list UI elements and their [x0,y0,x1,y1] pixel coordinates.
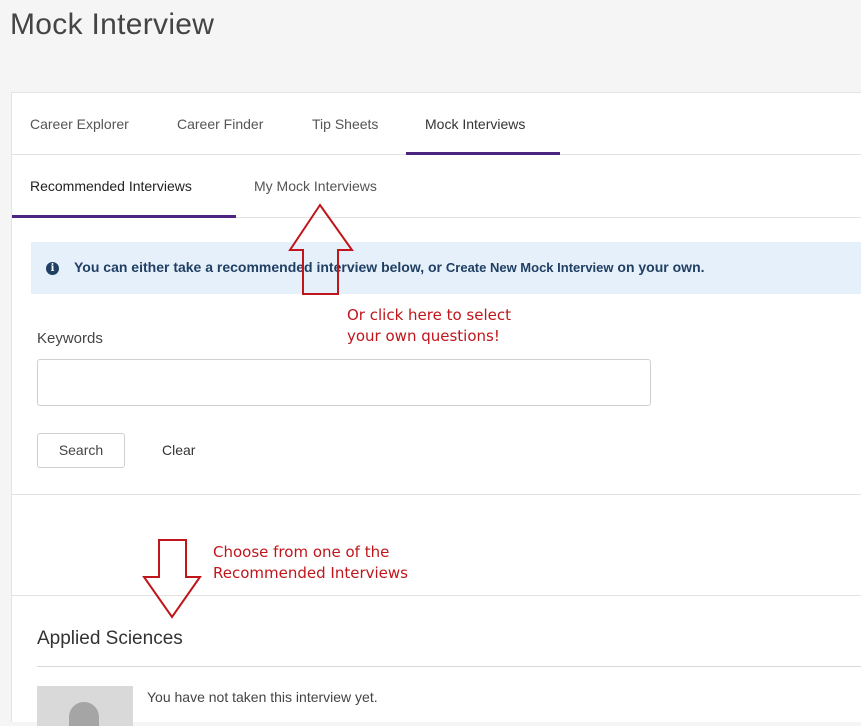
info-text-after: on your own. [613,259,705,275]
keywords-label: Keywords [37,330,103,347]
sub-tab-bar: Recommended Interviews My Mock Interview… [12,155,861,218]
interview-thumbnail[interactable] [37,686,133,726]
info-message: You can either take a recommended interv… [74,259,705,275]
divider [37,666,861,667]
page-title: Mock Interview [10,8,215,41]
divider [12,494,861,495]
annotation-line: Or click here to select [347,306,511,324]
avatar-placeholder-icon [69,702,99,726]
keywords-input[interactable] [37,359,651,406]
info-text-before: You can either take a recommended interv… [74,259,446,275]
annotation-line: Recommended Interviews [213,564,408,582]
tab-career-finder[interactable]: Career Finder [177,116,263,132]
section-title-applied-sciences[interactable]: Applied Sciences [37,628,183,650]
search-button[interactable]: Search [37,433,125,468]
info-banner: i You can either take a recommended inte… [31,242,861,294]
main-tab-bar: Career Explorer Career Finder Tip Sheets… [12,93,861,155]
annotation-line: your own questions! [347,327,500,345]
divider [12,595,861,596]
annotation-line: Choose from one of the [213,543,390,561]
info-icon: i [46,262,59,275]
tab-mock-interviews[interactable]: Mock Interviews [425,116,525,132]
tab-recommended-interviews[interactable]: Recommended Interviews [30,178,192,194]
create-mock-interview-link[interactable]: Create New Mock Interview [446,260,614,275]
tab-tip-sheets[interactable]: Tip Sheets [312,116,378,132]
interview-status: You have not taken this interview yet. [147,689,378,705]
tab-my-mock-interviews[interactable]: My Mock Interviews [254,178,377,194]
clear-button[interactable]: Clear [162,442,195,458]
active-subtab-indicator [12,215,236,218]
tab-career-explorer[interactable]: Career Explorer [30,116,129,132]
main-panel: Career Explorer Career Finder Tip Sheets… [11,92,861,726]
